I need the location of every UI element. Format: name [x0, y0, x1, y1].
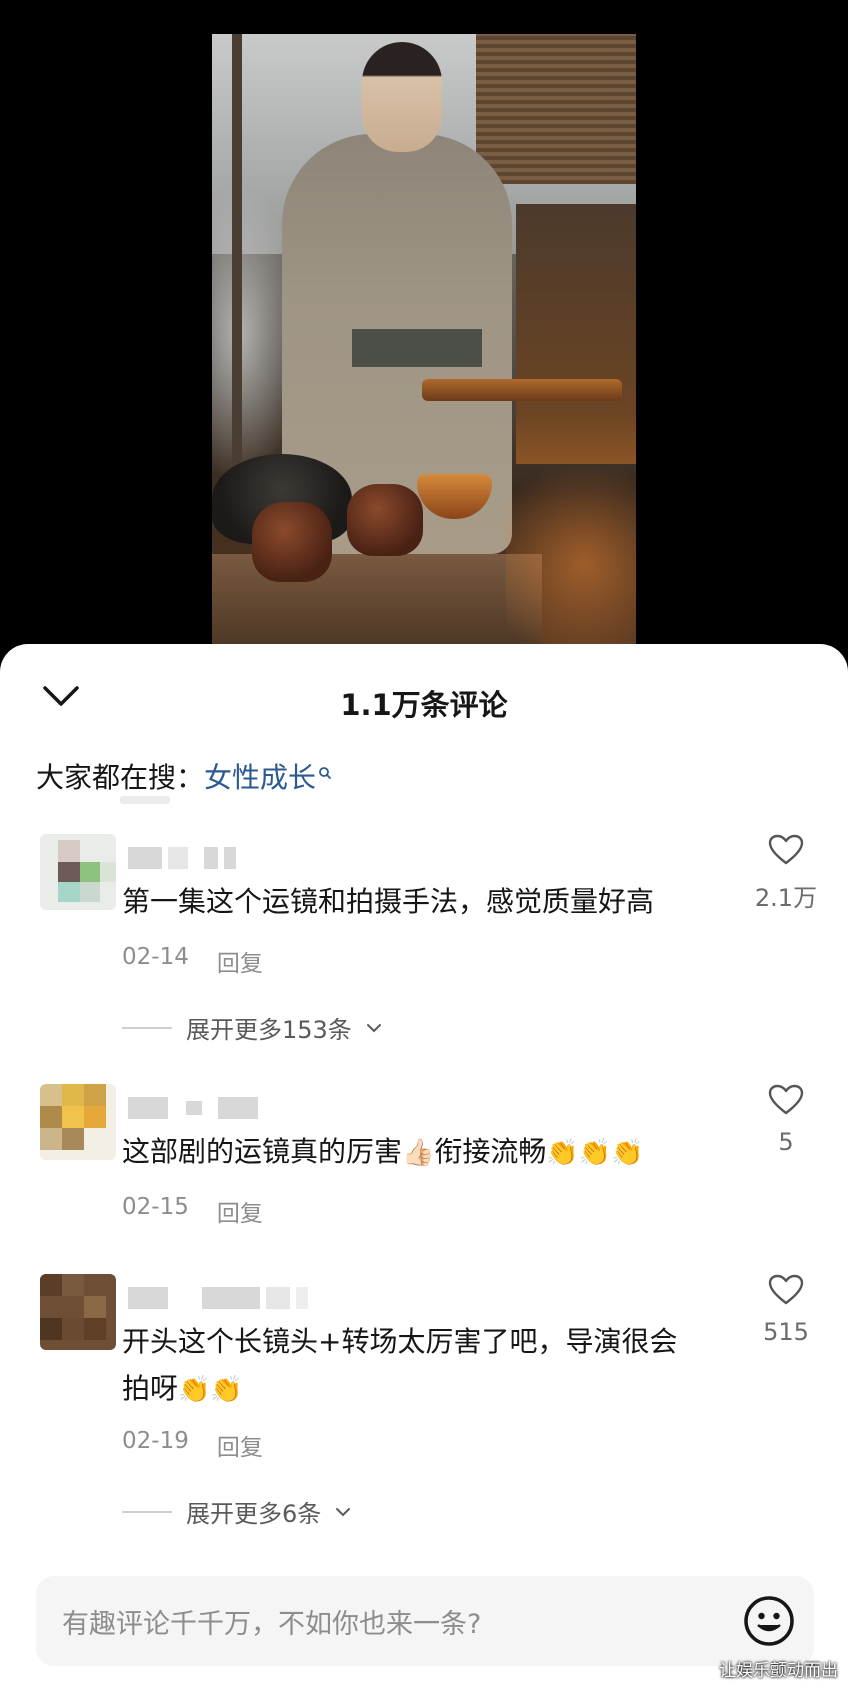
comment-meta: 02-19 回复: [122, 1428, 263, 1462]
chevron-down-icon: [366, 1023, 381, 1032]
expand-replies-label: 展开更多6条: [186, 1500, 322, 1528]
reply-button[interactable]: 回复: [217, 1428, 263, 1462]
emoji-button[interactable]: [742, 1594, 796, 1648]
like-count: 515: [763, 1318, 809, 1346]
clapping-emoji: 👏👏👏: [546, 1137, 644, 1168]
comment-date: 02-14: [122, 944, 189, 970]
avatar[interactable]: [40, 834, 116, 910]
like-button[interactable]: 2.1万: [744, 834, 828, 913]
reply-button[interactable]: 回复: [217, 1194, 263, 1228]
like-button[interactable]: 5: [744, 1084, 828, 1156]
video-scene-tray: [422, 379, 622, 401]
comment-text-part: 衔接流畅: [434, 1135, 547, 1168]
comment-meta: 02-14 回复: [122, 944, 263, 978]
search-suggestion-label: 大家都在搜：: [36, 761, 205, 794]
comment-date: 02-15: [122, 1194, 189, 1220]
comment-text: 第一集这个运镜和拍摄手法，感觉质量好高: [122, 885, 655, 918]
video-scene-jar: [252, 502, 332, 582]
comment-text-line: 拍呀👏👏: [122, 1365, 722, 1414]
video-scene-glow: [506, 444, 636, 644]
comment-date: 02-19: [122, 1428, 189, 1454]
clapping-emoji: 👏👏: [178, 1374, 243, 1405]
comment-author-redacted: [128, 1096, 258, 1120]
thumbs-up-emoji: 👍🏻: [402, 1137, 435, 1168]
smiley-icon: [744, 1596, 794, 1646]
like-button[interactable]: 515: [744, 1274, 828, 1346]
divider: [120, 796, 170, 804]
expand-replies-button[interactable]: 展开更多6条: [122, 1494, 351, 1529]
video-player[interactable]: [0, 0, 848, 660]
comment-sheet-header: 1.1万条评论: [0, 644, 848, 754]
video-scene-jar: [347, 484, 423, 556]
video-frame[interactable]: [212, 34, 636, 644]
video-scene-shelf: [516, 204, 636, 464]
avatar[interactable]: [40, 1084, 116, 1160]
avatar[interactable]: [40, 1274, 116, 1350]
comment-author-redacted: [128, 846, 236, 870]
comment-text-line: 开头这个长镜头+转场太厉害了吧，导演很会: [122, 1325, 678, 1358]
like-count: 5: [778, 1128, 794, 1156]
watermark: 让娱乐颤动而出: [719, 1661, 838, 1681]
video-scene-belt: [352, 329, 482, 367]
chevron-down-icon: [336, 1507, 351, 1516]
heart-icon: [768, 834, 804, 865]
video-scene-person-head: [362, 42, 442, 152]
divider: [122, 1026, 172, 1029]
comment-sheet: 1.1万条评论 大家都在搜：女性成长 第一集这个运镜和拍摄手法，感觉质量好高 0…: [0, 644, 848, 1689]
comment-meta: 02-15 回复: [122, 1194, 263, 1228]
like-count: 2.1万: [754, 884, 818, 912]
comment-text-part: 这部剧的运镜真的厉害: [122, 1135, 403, 1168]
search-suggestion-keyword[interactable]: 女性成长: [204, 761, 316, 794]
video-scene-bamboo-blind: [476, 34, 636, 184]
search-suggestion: 大家都在搜：女性成长: [36, 756, 332, 796]
divider: [122, 1510, 172, 1513]
heart-icon: [768, 1084, 804, 1115]
search-icon: [318, 756, 332, 789]
comment-text: 开头这个长镜头+转场太厉害了吧，导演很会 拍呀👏👏: [122, 1318, 722, 1414]
reply-button[interactable]: 回复: [217, 944, 263, 978]
comment-text-part: 拍呀: [122, 1372, 179, 1405]
comment-count-title: 1.1万条评论: [340, 688, 508, 722]
video-scene-pole: [232, 34, 242, 504]
comment-author-redacted: [128, 1286, 308, 1310]
heart-icon: [768, 1274, 804, 1305]
expand-replies-label: 展开更多153条: [186, 1016, 352, 1044]
comment-input[interactable]: 有趣评论千千万，不如你也来一条?: [36, 1576, 814, 1666]
comment-text: 这部剧的运镜真的厉害👍🏻衔接流畅👏👏👏: [122, 1128, 722, 1177]
expand-replies-button[interactable]: 展开更多153条: [122, 1010, 382, 1045]
comment-input-placeholder: 有趣评论千千万，不如你也来一条?: [62, 1609, 482, 1640]
